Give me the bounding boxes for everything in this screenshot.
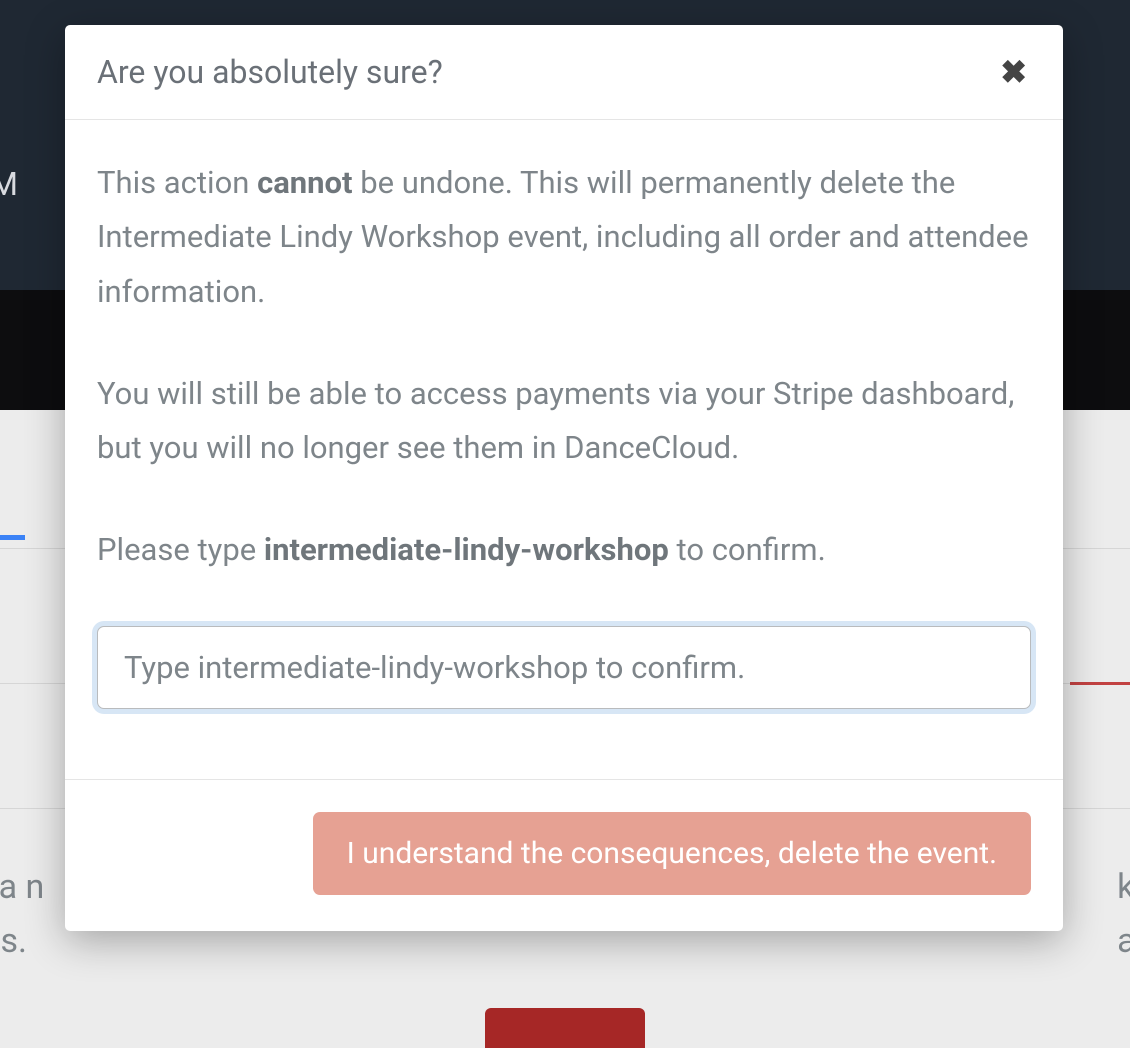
emphasis-cannot: cannot: [257, 164, 352, 201]
background-text-line: to a n: [0, 867, 44, 907]
modal-title: Are you absolutely sure?: [97, 53, 443, 91]
background-text-right: ksho ain.: [1117, 860, 1130, 969]
background-delete-button-fragment: [485, 1008, 645, 1048]
modal-body: This action cannot be undone. This will …: [65, 120, 1063, 779]
text-fragment: This action: [97, 164, 257, 201]
modal-footer: I understand the consequences, delete th…: [65, 779, 1063, 931]
confirm-instruction: Please type intermediate-lindy-workshop …: [97, 523, 1031, 577]
background-tab-indicator-red: [1070, 682, 1130, 685]
close-icon[interactable]: ✖: [996, 56, 1031, 88]
warning-paragraph-1: This action cannot be undone. This will …: [97, 156, 1031, 319]
background-text-line: ksho: [1117, 867, 1130, 907]
background-subtitle-fragment: M: [0, 165, 18, 203]
background-text-left: to a n tras.: [0, 860, 44, 969]
text-fragment: Please type: [97, 531, 264, 568]
background-text-line: tras.: [0, 921, 27, 961]
confirm-delete-button[interactable]: I understand the consequences, delete th…: [313, 812, 1031, 895]
confirm-slug-input[interactable]: [97, 626, 1031, 709]
text-fragment: to confirm.: [669, 531, 826, 568]
background-text-line: ain.: [1117, 921, 1130, 961]
background-tab-indicator: [0, 535, 25, 540]
warning-paragraph-2: You will still be able to access payment…: [97, 367, 1031, 476]
confirm-slug: intermediate-lindy-workshop: [264, 531, 669, 568]
modal-header: Are you absolutely sure? ✖: [65, 25, 1063, 120]
confirm-delete-modal: Are you absolutely sure? ✖ This action c…: [65, 25, 1063, 931]
